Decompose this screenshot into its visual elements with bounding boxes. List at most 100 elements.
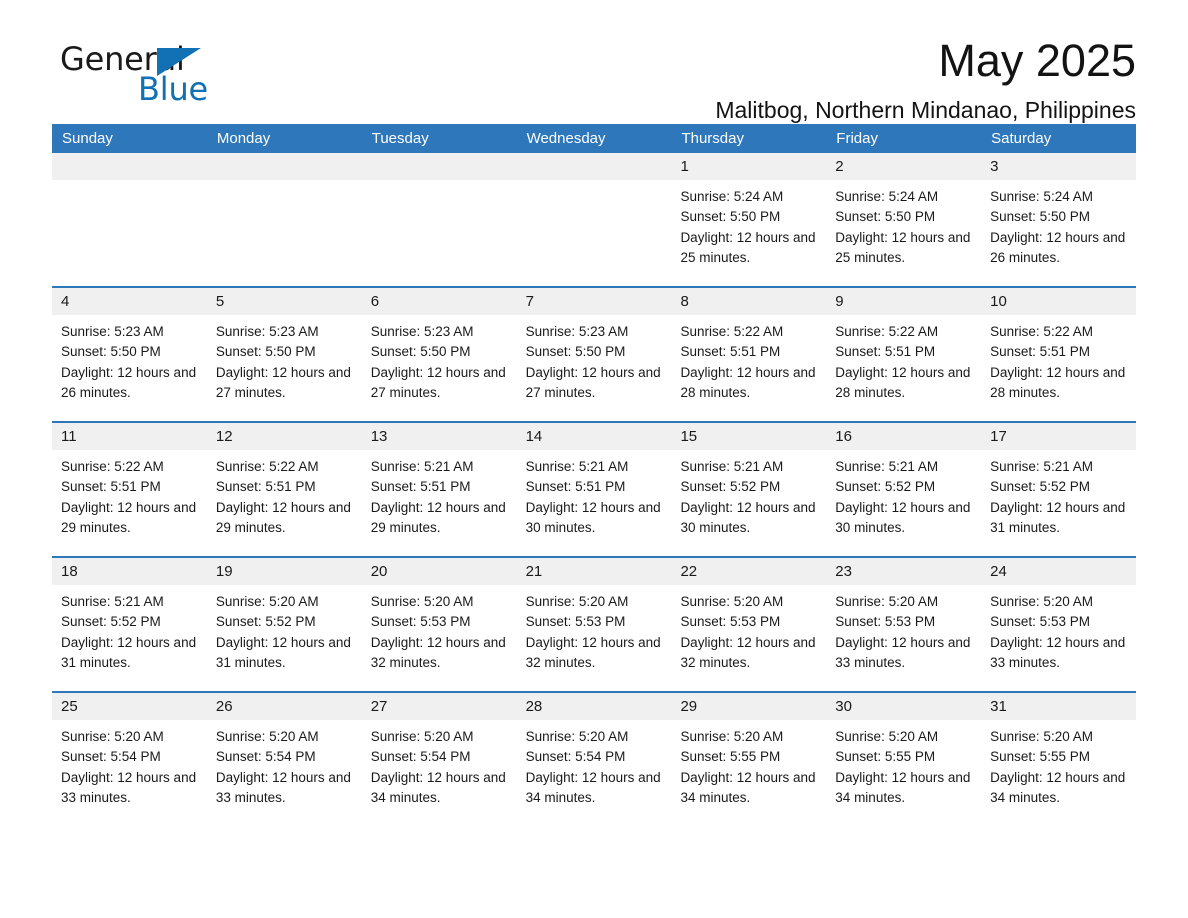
daylight-text: Daylight: 12 hours and 28 minutes. xyxy=(835,364,971,400)
day-number: 20 xyxy=(361,558,517,585)
day-cell-13[interactable]: 13 Sunrise: 5:21 AM Sunset: 5:51 PM Dayligh… xyxy=(361,423,517,556)
sunset-text: Sunset: 5:52 PM xyxy=(680,479,781,495)
day-cell-14[interactable]: 14 Sunrise: 5:21 AM Sunset: 5:51 PM Dayligh… xyxy=(516,423,672,556)
day-cell-empty xyxy=(516,153,672,286)
day-details: Sunrise: 5:20 AM Sunset: 5:53 PM Daylight:… xyxy=(981,585,1136,673)
calendar-page: General Blue May 2025 Malitbog, Northern… xyxy=(0,0,1188,918)
day-number: 31 xyxy=(981,693,1137,720)
weekday-header-wednesday: Wednesday xyxy=(526,130,606,147)
day-number xyxy=(361,153,517,180)
sunset-text: Sunset: 5:51 PM xyxy=(525,479,626,495)
day-cell-24[interactable]: 24 Sunrise: 5:20 AM Sunset: 5:53 PM Dayligh… xyxy=(981,558,1137,691)
daylight-text: Daylight: 12 hours and 26 minutes. xyxy=(990,229,1126,265)
day-cell-9[interactable]: 9 Sunrise: 5:22 AM Sunset: 5:51 PM Daylight… xyxy=(826,288,982,421)
day-cell-6[interactable]: 6 Sunrise: 5:23 AM Sunset: 5:50 PM Daylight… xyxy=(361,288,517,421)
day-number: 22 xyxy=(671,558,827,585)
day-cell-27[interactable]: 27 Sunrise: 5:20 AM Sunset: 5:54 PM Dayligh… xyxy=(361,693,517,815)
sunset-text: Sunset: 5:52 PM xyxy=(61,614,161,630)
day-number: 26 xyxy=(206,693,362,720)
sunset-text: Sunset: 5:51 PM xyxy=(680,344,781,360)
day-number: 5 xyxy=(206,288,362,315)
day-cell-22[interactable]: 22 Sunrise: 5:20 AM Sunset: 5:53 PM Dayligh… xyxy=(671,558,827,691)
sunset-text: Sunset: 5:54 PM xyxy=(61,749,161,765)
day-cell-4[interactable]: 4 Sunrise: 5:23 AM Sunset: 5:50 PM Daylight… xyxy=(52,288,207,421)
day-cell-26[interactable]: 26 Sunrise: 5:20 AM Sunset: 5:54 PM Dayligh… xyxy=(206,693,362,815)
day-cell-20[interactable]: 20 Sunrise: 5:20 AM Sunset: 5:53 PM Dayligh… xyxy=(361,558,517,691)
day-cell-17[interactable]: 17 Sunrise: 5:21 AM Sunset: 5:52 PM Dayligh… xyxy=(981,423,1137,556)
day-cell-25[interactable]: 25 Sunrise: 5:20 AM Sunset: 5:54 PM Dayligh… xyxy=(52,693,207,815)
day-number: 16 xyxy=(826,423,982,450)
sunset-text: Sunset: 5:51 PM xyxy=(990,344,1090,360)
day-cell-empty xyxy=(206,153,362,286)
day-cell-29[interactable]: 29 Sunrise: 5:20 AM Sunset: 5:55 PM Dayligh… xyxy=(671,693,827,815)
day-details: Sunrise: 5:21 AM Sunset: 5:52 PM Daylight:… xyxy=(981,450,1136,538)
day-cell-7[interactable]: 7 Sunrise: 5:23 AM Sunset: 5:50 PM Daylight… xyxy=(516,288,672,421)
sunset-text: Sunset: 5:50 PM xyxy=(215,344,316,360)
day-number: 9 xyxy=(826,288,982,315)
day-number: 10 xyxy=(981,288,1137,315)
day-details xyxy=(207,180,362,187)
day-number: 19 xyxy=(206,558,362,585)
weekday-header-sunday: Sunday xyxy=(62,130,113,147)
day-details: Sunrise: 5:20 AM Sunset: 5:54 PM Daylight:… xyxy=(517,720,672,808)
day-cell-18[interactable]: 18 Sunrise: 5:21 AM Sunset: 5:52 PM Dayligh… xyxy=(52,558,207,691)
sunrise-text: Sunrise: 5:20 AM xyxy=(215,729,319,744)
day-cell-28[interactable]: 28 Sunrise: 5:20 AM Sunset: 5:54 PM Dayligh… xyxy=(516,693,672,815)
day-number: 7 xyxy=(516,288,672,315)
sunset-text: Sunset: 5:53 PM xyxy=(525,614,626,630)
day-cell-1[interactable]: 1 Sunrise: 5:24 AM Sunset: 5:50 PM Daylight… xyxy=(671,153,827,286)
day-details: Sunrise: 5:20 AM Sunset: 5:53 PM Daylight:… xyxy=(362,585,517,673)
sunrise-text: Sunrise: 5:20 AM xyxy=(835,594,939,609)
sunset-text: Sunset: 5:54 PM xyxy=(525,749,626,765)
day-cell-12[interactable]: 12 Sunrise: 5:22 AM Sunset: 5:51 PM Dayligh… xyxy=(206,423,362,556)
day-cell-15[interactable]: 15 Sunrise: 5:21 AM Sunset: 5:52 PM Dayligh… xyxy=(671,423,827,556)
sunset-text: Sunset: 5:54 PM xyxy=(370,749,471,765)
weekday-header-row: Sunday Monday Tuesday Wednesday Thursday Frid… xyxy=(52,124,1136,153)
day-cell-2[interactable]: 2 Sunrise: 5:24 AM Sunset: 5:50 PM Daylight… xyxy=(826,153,982,286)
day-cell-31[interactable]: 31 Sunrise: 5:20 AM Sunset: 5:55 PM Dayligh… xyxy=(981,693,1137,815)
day-number: 17 xyxy=(981,423,1137,450)
day-details: Sunrise: 5:20 AM Sunset: 5:53 PM Daylight:… xyxy=(826,585,981,673)
day-cell-16[interactable]: 16 Sunrise: 5:21 AM Sunset: 5:52 PM Dayligh… xyxy=(826,423,982,556)
calendar-week-row: 25 Sunrise: 5:20 AM Sunset: 5:54 PM Dayligh… xyxy=(52,691,1137,815)
sunset-text: Sunset: 5:53 PM xyxy=(370,614,471,630)
day-number: 3 xyxy=(981,153,1137,180)
weekday-header-friday: Friday xyxy=(836,130,878,147)
general-blue-logo[interactable]: General Blue xyxy=(60,40,250,112)
sunrise-text: Sunrise: 5:24 AM xyxy=(835,189,939,204)
day-details: Sunrise: 5:23 AM Sunset: 5:50 PM Daylight:… xyxy=(207,315,362,403)
day-number: 15 xyxy=(671,423,827,450)
day-cell-11[interactable]: 11 Sunrise: 5:22 AM Sunset: 5:51 PM Dayligh… xyxy=(52,423,207,556)
day-number: 6 xyxy=(361,288,517,315)
day-cell-30[interactable]: 30 Sunrise: 5:20 AM Sunset: 5:55 PM Dayligh… xyxy=(826,693,982,815)
day-number: 4 xyxy=(52,288,207,315)
weekday-header-thursday: Thursday xyxy=(681,130,744,147)
day-details: Sunrise: 5:22 AM Sunset: 5:51 PM Daylight:… xyxy=(981,315,1136,403)
sunset-text: Sunset: 5:53 PM xyxy=(835,614,936,630)
day-details: Sunrise: 5:23 AM Sunset: 5:50 PM Daylight:… xyxy=(362,315,517,403)
day-details: Sunrise: 5:20 AM Sunset: 5:52 PM Daylight:… xyxy=(207,585,362,673)
sunset-text: Sunset: 5:53 PM xyxy=(990,614,1090,630)
day-cell-10[interactable]: 10 Sunrise: 5:22 AM Sunset: 5:51 PM Dayligh… xyxy=(981,288,1137,421)
sunrise-text: Sunrise: 5:20 AM xyxy=(370,729,474,744)
sunset-text: Sunset: 5:52 PM xyxy=(215,614,316,630)
day-cell-empty xyxy=(52,153,207,286)
sunset-text: Sunset: 5:50 PM xyxy=(990,209,1090,225)
day-cell-21[interactable]: 21 Sunrise: 5:20 AM Sunset: 5:53 PM Dayligh… xyxy=(516,558,672,691)
day-details xyxy=(52,180,207,187)
day-details: Sunrise: 5:22 AM Sunset: 5:51 PM Daylight:… xyxy=(826,315,981,403)
weekday-header-saturday: Saturday xyxy=(991,130,1052,147)
daylight-text: Daylight: 12 hours and 33 minutes. xyxy=(61,769,197,805)
day-cell-23[interactable]: 23 Sunrise: 5:20 AM Sunset: 5:53 PM Dayligh… xyxy=(826,558,982,691)
day-details: Sunrise: 5:22 AM Sunset: 5:51 PM Daylight:… xyxy=(52,450,207,538)
sunrise-text: Sunrise: 5:23 AM xyxy=(525,324,629,339)
day-cell-5[interactable]: 5 Sunrise: 5:23 AM Sunset: 5:50 PM Daylight… xyxy=(206,288,362,421)
day-details: Sunrise: 5:22 AM Sunset: 5:51 PM Daylight:… xyxy=(207,450,362,538)
day-details: Sunrise: 5:20 AM Sunset: 5:53 PM Daylight:… xyxy=(517,585,672,673)
day-cell-8[interactable]: 8 Sunrise: 5:22 AM Sunset: 5:51 PM Daylight… xyxy=(671,288,827,421)
sunrise-text: Sunrise: 5:20 AM xyxy=(525,729,629,744)
sunset-text: Sunset: 5:51 PM xyxy=(215,479,316,495)
day-cell-3[interactable]: 3 Sunrise: 5:24 AM Sunset: 5:50 PM Daylight… xyxy=(981,153,1137,286)
day-number: 11 xyxy=(52,423,207,450)
day-cell-19[interactable]: 19 Sunrise: 5:20 AM Sunset: 5:52 PM Dayligh… xyxy=(206,558,362,691)
